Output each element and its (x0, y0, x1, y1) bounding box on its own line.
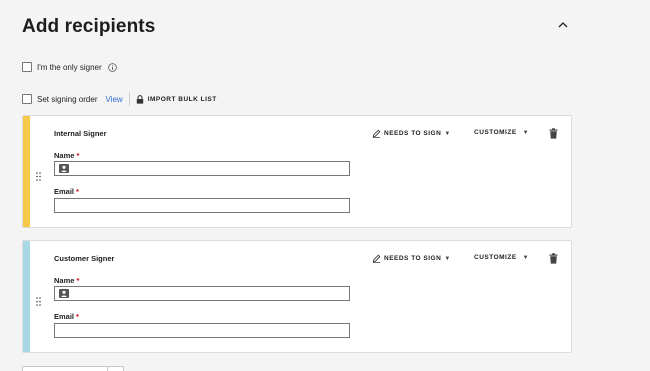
recipient-color-stripe (23, 116, 30, 227)
collapse-section-button[interactable] (555, 17, 571, 33)
drag-handle-icon[interactable] (36, 168, 41, 186)
needs-to-sign-label: NEEDS TO SIGN (384, 130, 442, 137)
recipient-card-customer-signer: Customer Signer NEEDS TO SIGN ▼ CUSTOMIZ… (22, 240, 572, 353)
recipient-role-name[interactable]: Customer Signer (54, 254, 114, 263)
required-asterisk: * (76, 187, 79, 196)
trash-icon[interactable] (549, 128, 558, 139)
page-title: Add recipients (22, 16, 156, 37)
name-label-text: Name (54, 276, 75, 285)
add-recipient-button[interactable] (22, 366, 124, 371)
trash-icon[interactable] (549, 253, 558, 264)
customize-label: CUSTOMIZE (474, 129, 517, 136)
only-signer-checkbox[interactable] (22, 62, 32, 72)
pen-icon (372, 254, 381, 263)
name-field-label: Name * (54, 276, 79, 285)
name-input[interactable] (54, 161, 350, 176)
needs-to-sign-dropdown[interactable]: NEEDS TO SIGN ▼ (372, 254, 451, 263)
signing-order-checkbox[interactable] (22, 94, 32, 104)
only-signer-label: I'm the only signer (37, 62, 102, 72)
split-button-divider (107, 367, 108, 371)
signing-order-row: Set signing order View IMPORT BULK LIST (22, 92, 217, 106)
pen-icon (372, 129, 381, 138)
customize-dropdown[interactable]: CUSTOMIZE ▼ (474, 254, 529, 261)
add-recipients-page: Add recipients I'm the only signer Set s… (0, 0, 650, 371)
email-label-text: Email (54, 312, 75, 321)
view-signing-order-link[interactable]: View (105, 95, 122, 104)
lock-icon (136, 94, 143, 104)
name-label-text: Name (54, 151, 75, 160)
chevron-up-icon (558, 22, 568, 28)
recipient-card-internal-signer: Internal Signer NEEDS TO SIGN ▼ CUSTOMIZ… (22, 115, 572, 228)
info-icon[interactable] (107, 62, 117, 72)
email-input[interactable] (54, 323, 350, 338)
email-field-label: Email * (54, 187, 79, 196)
caret-down-icon: ▼ (444, 130, 451, 137)
only-signer-row: I'm the only signer (22, 62, 117, 72)
caret-down-icon: ▼ (522, 254, 530, 261)
separator (128, 92, 130, 106)
needs-to-sign-label: NEEDS TO SIGN (384, 255, 442, 262)
email-field-label: Email * (54, 312, 79, 321)
drag-handle-icon[interactable] (36, 293, 41, 311)
required-asterisk: * (76, 276, 80, 285)
required-asterisk: * (76, 151, 80, 160)
contact-card-icon (59, 289, 69, 298)
recipient-color-stripe (23, 241, 30, 352)
contact-card-icon (59, 164, 69, 173)
name-input[interactable] (54, 286, 350, 301)
email-label-text: Email (54, 187, 75, 196)
recipient-role-name[interactable]: Internal Signer (54, 129, 107, 138)
import-bulk-list-label: IMPORT BULK LIST (147, 95, 217, 103)
name-field-label: Name * (54, 151, 79, 160)
import-bulk-list-button[interactable]: IMPORT BULK LIST (136, 94, 217, 104)
email-input[interactable] (54, 198, 350, 213)
required-asterisk: * (76, 312, 79, 321)
customize-label: CUSTOMIZE (474, 254, 517, 261)
signing-order-label: Set signing order (37, 94, 98, 104)
needs-to-sign-dropdown[interactable]: NEEDS TO SIGN ▼ (372, 129, 451, 138)
caret-down-icon: ▼ (522, 129, 530, 136)
customize-dropdown[interactable]: CUSTOMIZE ▼ (474, 129, 529, 136)
caret-down-icon: ▼ (444, 255, 451, 262)
